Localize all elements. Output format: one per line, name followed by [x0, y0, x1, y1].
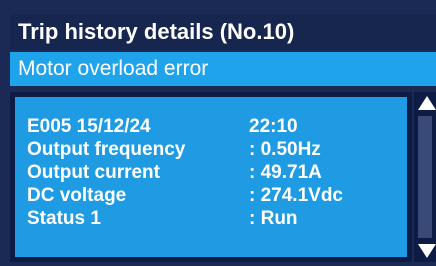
error-name-bar: Motor overload error	[10, 52, 436, 86]
detail-value: : 49.71A	[249, 162, 322, 183]
detail-value: : 0.50Hz	[249, 139, 321, 160]
triangle-down-icon[interactable]	[418, 244, 436, 258]
detail-row-output-frequency: Output frequency : 0.50Hz	[27, 138, 407, 161]
record-time: 22:10	[249, 116, 298, 137]
detail-label: Output current	[27, 162, 160, 183]
scrollbar[interactable]	[414, 92, 436, 262]
detail-value: : 274.1Vdc	[249, 185, 343, 206]
detail-value: : Run	[249, 208, 298, 229]
record-code-date: E005 15/12/24	[27, 116, 151, 137]
detail-label: DC voltage	[27, 185, 127, 206]
triangle-up-icon[interactable]	[418, 96, 436, 110]
scroll-track[interactable]	[418, 116, 432, 238]
detail-panel: E005 15/12/24 22:10 Output frequency : 0…	[10, 92, 412, 262]
trip-history-screen: Trip history details (No.10) Motor overl…	[0, 0, 436, 266]
page-title: Trip history details (No.10)	[10, 14, 436, 50]
page-title-text: Trip history details (No.10)	[18, 19, 295, 44]
error-name-text: Motor overload error	[18, 57, 209, 80]
detail-label: Status 1	[27, 208, 101, 229]
detail-row-status-1: Status 1 : Run	[27, 207, 407, 230]
detail-row-dc-voltage: DC voltage : 274.1Vdc	[27, 184, 407, 207]
detail-row-output-current: Output current : 49.71A	[27, 161, 407, 184]
detail-label: Output frequency	[27, 139, 186, 160]
record-row: E005 15/12/24 22:10	[27, 115, 407, 138]
detail-content: E005 15/12/24 22:10 Output frequency : 0…	[15, 97, 407, 257]
